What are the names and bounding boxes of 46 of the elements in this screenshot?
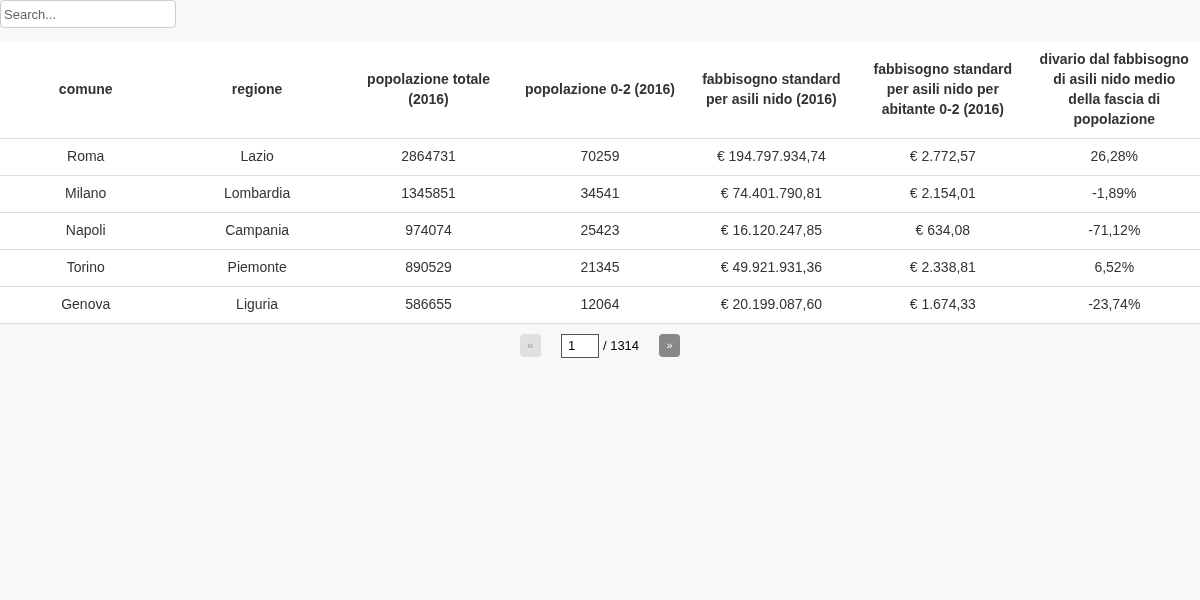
column-header: divario dal fabbisogno di asili nido medio della fascia di popolazione <box>1028 41 1200 138</box>
table-cell: Milano <box>0 175 172 212</box>
table-cell: 2864731 <box>342 138 515 175</box>
table-cell: -23,74% <box>1028 286 1200 323</box>
table-cell: € 194.797.934,74 <box>685 138 858 175</box>
column-header: fabbisogno standard per asili nido per abitante 0-2 (2016) <box>857 41 1029 138</box>
table-cell: 26,28% <box>1028 138 1200 175</box>
table-cell: Lombardia <box>171 175 343 212</box>
table-cell: € 2.338,81 <box>857 249 1029 286</box>
table-cell: 70259 <box>514 138 686 175</box>
column-header: regione <box>171 41 343 138</box>
table-cell: 890529 <box>342 249 515 286</box>
table-cell: Genova <box>0 286 172 323</box>
table-cell: € 49.921.931,36 <box>685 249 858 286</box>
table-cell: 34541 <box>514 175 686 212</box>
table-cell: € 2.154,01 <box>857 175 1029 212</box>
table-cell: € 1.674,33 <box>857 286 1029 323</box>
page-number-field[interactable]: 1 <box>560 333 599 358</box>
table-cell: Roma <box>0 138 172 175</box>
table-cell: Campania <box>171 212 343 249</box>
column-header: comune <box>0 41 172 138</box>
table-cell: Liguria <box>171 286 343 323</box>
table-cell: Lazio <box>171 138 343 175</box>
page-total: / 1314 <box>602 336 640 355</box>
table-cell: 586655 <box>342 286 515 323</box>
table-cell: 12064 <box>514 286 686 323</box>
table-cell: Napoli <box>0 212 172 249</box>
table-cell: Piemonte <box>171 249 343 286</box>
column-header: popolazione 0-2 (2016) <box>514 41 686 138</box>
table-cell: € 634,08 <box>857 212 1029 249</box>
table-cell: € 16.120.247,85 <box>685 212 858 249</box>
table-cell: -1,89% <box>1028 175 1200 212</box>
table-cell: 25423 <box>514 212 686 249</box>
table-cell: € 2.772,57 <box>857 138 1029 175</box>
column-header: fabbisogno standard per asili nido (2016) <box>685 41 858 138</box>
table-cell: -71,12% <box>1028 212 1200 249</box>
table-cell: 6,52% <box>1028 249 1200 286</box>
next-page-button[interactable]: » <box>659 334 681 357</box>
search-field[interactable]: Search... <box>0 0 176 28</box>
table-cell: Torino <box>0 249 172 286</box>
table-cell: € 20.199.087,60 <box>685 286 858 323</box>
table-cell: 21345 <box>514 249 686 286</box>
column-header: popolazione totale (2016) <box>342 41 515 138</box>
table-cell: € 74.401.790,81 <box>685 175 858 212</box>
table-cell: 1345851 <box>342 175 515 212</box>
table-cell: 974074 <box>342 212 515 249</box>
